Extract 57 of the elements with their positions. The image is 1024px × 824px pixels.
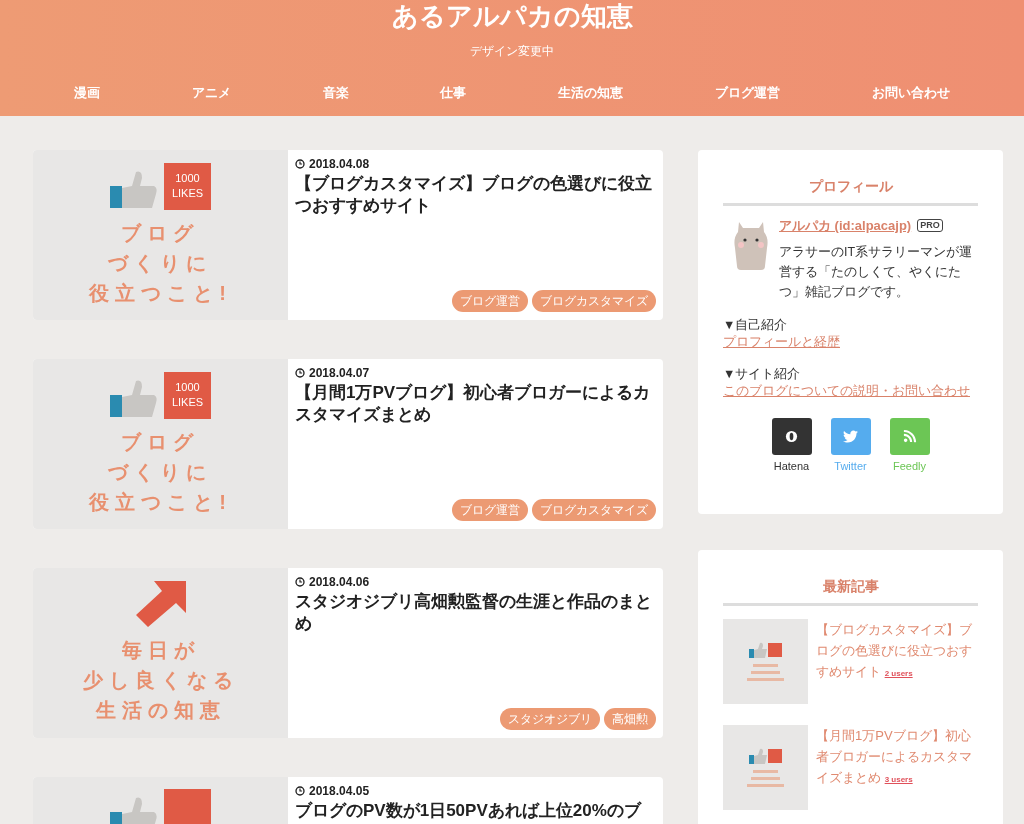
tag-chip[interactable]: ブログ運営 bbox=[452, 290, 528, 312]
post-card[interactable]: 毎日が 少し良くなる 生活の知恵 2018.04.06 スタジオジブリ高畑勲監督の生涯と作品のまとめ スタジオジブリ 高畑勲 bbox=[33, 568, 663, 738]
tag-chip[interactable]: 高畑勲 bbox=[604, 708, 656, 730]
follow-label: Feedly bbox=[893, 458, 926, 474]
widget-heading: 最新記事 bbox=[723, 576, 978, 606]
post-date: 2018.04.07 bbox=[309, 365, 370, 382]
site-subtitle: デザイン変更中 bbox=[470, 43, 554, 60]
tag-chip[interactable]: スタジオジブリ bbox=[500, 708, 600, 730]
thumbnail-caption: 役立つこと! bbox=[89, 489, 232, 515]
thumbnail-caption: 生活の知恵 bbox=[95, 698, 226, 723]
nav-link[interactable]: ブログ運営 bbox=[715, 83, 781, 103]
section-link[interactable]: このブログについての説明・お問い合わせ bbox=[723, 382, 970, 400]
likes-badge: 1000 LIKES bbox=[164, 162, 211, 210]
recent-post-title[interactable]: 【ブログカスタマイズ】ブログの色選びに役立つおすすめサイト 2 users bbox=[816, 619, 978, 704]
thumbnail-caption: づくりに bbox=[108, 459, 213, 485]
section-label: ▼自己紹介 bbox=[723, 316, 788, 334]
nav-link[interactable]: お問い合わせ bbox=[872, 83, 950, 103]
bookmark-count-link[interactable]: 2 users bbox=[884, 669, 913, 678]
nav-link[interactable]: 生活の知恵 bbox=[558, 83, 624, 103]
thumbnail-caption: ブログ bbox=[121, 429, 200, 455]
follow-label: Twitter bbox=[834, 458, 867, 474]
thumbnail-caption: 毎日が bbox=[121, 638, 200, 663]
post-title[interactable]: 【月間1万PVブログ】初心者ブロガーによるカスタマイズまとめ bbox=[295, 382, 656, 426]
thumbnail-caption: ブログ bbox=[121, 220, 200, 246]
nav-link[interactable]: 漫画 bbox=[73, 83, 100, 103]
site-title[interactable]: あるアルパカの知恵 bbox=[391, 1, 633, 31]
post-card[interactable]: 2018.04.05 ブログのPV数が1日50PVあれば上位20%のブ bbox=[33, 777, 663, 824]
post-card[interactable]: 1000 LIKES ブログ づくりに 役立つこと! 2018.04.08 【ブログカスタマイズ】ブログの色選びに役立つおすすめサイト ブログ運営 ブログカスタマイズ bbox=[33, 150, 663, 320]
follow-button[interactable]: Hatena bbox=[771, 417, 812, 474]
nav-link[interactable]: アニメ bbox=[191, 83, 231, 103]
post-card[interactable]: 1000 LIKES ブログ づくりに 役立つこと! 2018.04.07 【月間1万PVブログ】初心者ブロガーによるカスタマイズまとめ ブログ運営 ブログカスタマイズ bbox=[33, 359, 663, 529]
follow-label: Hatena bbox=[773, 458, 810, 474]
post-date: 2018.04.06 bbox=[309, 574, 370, 591]
post-date: 2018.04.08 bbox=[309, 156, 370, 173]
post-title[interactable]: スタジオジブリ高畑勲監督の生涯と作品のまとめ bbox=[295, 591, 656, 635]
follow-button[interactable]: Twitter bbox=[830, 417, 871, 474]
tag-chip[interactable]: ブログカスタマイズ bbox=[532, 290, 656, 312]
post-date: 2018.04.05 bbox=[309, 783, 370, 800]
tag-chip[interactable]: ブログ運営 bbox=[452, 499, 528, 521]
pro-badge: PRO bbox=[917, 219, 943, 233]
thumbnail-caption: 少し良くなる bbox=[82, 668, 239, 693]
nav-link[interactable]: 音楽 bbox=[322, 83, 349, 103]
post-title[interactable]: ブログのPV数が1日50PVあれば上位20%のブ bbox=[295, 800, 656, 822]
nav-link[interactable]: 仕事 bbox=[440, 83, 467, 103]
profile-name-link[interactable]: アルパカ (id:alpacajp) bbox=[779, 216, 912, 236]
follow-button[interactable]: Feedly bbox=[889, 417, 930, 474]
thumbnail-caption: 役立つこと! bbox=[89, 280, 232, 306]
likes-badge: 1000 LIKES bbox=[164, 371, 211, 419]
widget-heading: プロフィール bbox=[723, 176, 978, 206]
tag-chip[interactable]: ブログカスタマイズ bbox=[532, 499, 656, 521]
section-link[interactable]: プロフィールと経歴 bbox=[723, 333, 840, 351]
section-label: ▼サイト紹介 bbox=[723, 365, 801, 383]
recent-post-title[interactable]: 【月間1万PVブログ】初心者ブロガーによるカスタマイズまとめ 3 users bbox=[816, 725, 978, 810]
profile-description: アラサーのIT系サラリーマンが運営する「たのしくて、やくにたつ」雑記ブログです。 bbox=[779, 243, 974, 301]
bookmark-count-link[interactable]: 3 users bbox=[884, 775, 913, 784]
post-title[interactable]: 【ブログカスタマイズ】ブログの色選びに役立つおすすめサイト bbox=[295, 173, 656, 217]
thumbnail-caption: づくりに bbox=[108, 250, 213, 276]
